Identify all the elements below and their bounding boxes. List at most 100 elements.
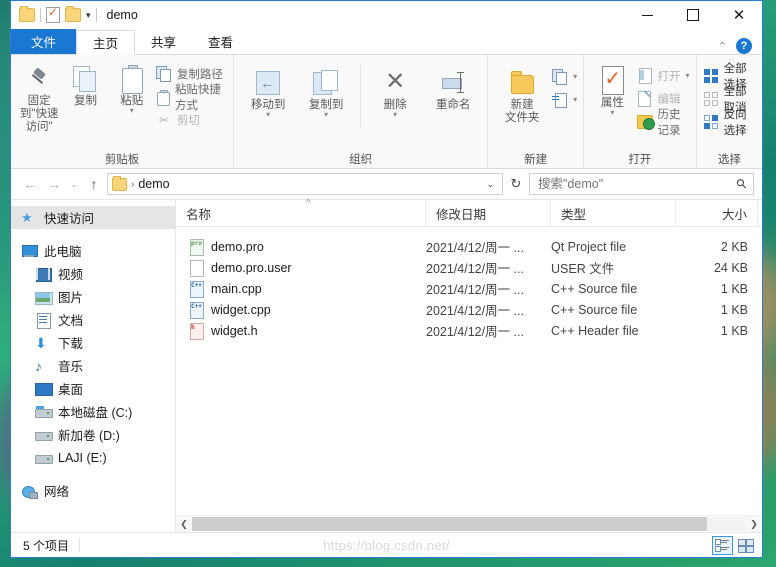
paste-shortcut-button[interactable]: 粘贴快捷方式	[156, 84, 227, 112]
file-name-cell[interactable]: C++ main.cpp	[176, 278, 426, 299]
horizontal-scrollbar[interactable]: ❮ ❯	[176, 515, 762, 532]
file-name: widget.cpp	[211, 302, 271, 317]
ribbon-group-new: 新建 文件夹 ▾ ▾ 新建	[487, 55, 583, 168]
file-type-cell: Qt Project file	[551, 239, 627, 254]
chevron-down-icon[interactable]: ▾	[324, 111, 328, 119]
ribbon-group-label-open: 打开	[628, 154, 652, 166]
downloads-icon: ⬇	[35, 334, 47, 351]
forward-button[interactable]: →	[43, 173, 65, 195]
generic-file-icon	[190, 259, 204, 277]
search-input[interactable]	[536, 176, 738, 192]
properties-icon[interactable]	[46, 5, 60, 23]
table-row[interactable]: C++ main.cpp 2021/4/12/周一 ... C++ Source…	[176, 278, 762, 299]
table-row[interactable]: demo.pro.user 2021/4/12/周一 ... USER 文件 2…	[176, 257, 762, 278]
delete-button[interactable]: ✕ 删除 ▾	[367, 65, 423, 119]
help-icon[interactable]: ?	[736, 38, 752, 54]
refresh-button[interactable]: ↻	[505, 173, 527, 195]
folder-icon[interactable]	[19, 6, 35, 22]
scroll-right-button[interactable]: ❯	[746, 516, 762, 532]
details-view-icon[interactable]	[712, 535, 733, 555]
new-folder-icon[interactable]	[65, 6, 81, 22]
column-header-type[interactable]: 类型	[551, 200, 676, 226]
history-button[interactable]: 历史记录	[636, 109, 690, 137]
move-to-button[interactable]: ← 移动到 ▾	[240, 65, 296, 119]
tab-share[interactable]: 共享	[135, 29, 192, 54]
file-explorer-window: ▾ demo ✕ 文件 主页 共享 查看 ⌃ ? 固定到"快速访问"	[10, 0, 763, 558]
pictures-icon	[35, 289, 53, 305]
new-item-button[interactable]: ▾	[552, 67, 577, 87]
properties-button[interactable]: ✓ 属性 ▾	[590, 63, 634, 117]
new-folder-button[interactable]: 新建 文件夹	[494, 65, 550, 125]
sidebar-item-downloads[interactable]: ⬇ 下载	[11, 331, 175, 354]
sidebar-item-volume-e[interactable]: LAJI (E:)	[11, 446, 175, 469]
maximize-button[interactable]	[670, 1, 716, 29]
move-to-icon: ←	[255, 67, 281, 99]
rename-button[interactable]: 重命名	[425, 65, 481, 112]
ribbon-group-label-new: 新建	[524, 154, 548, 166]
tab-file[interactable]: 文件	[11, 29, 77, 54]
chevron-down-icon[interactable]: ▾	[686, 72, 690, 80]
copy-icon	[73, 63, 97, 95]
divider	[360, 65, 362, 127]
sidebar-item-this-pc[interactable]: 此电脑	[11, 239, 175, 262]
file-name-cell[interactable]: h widget.h	[176, 320, 426, 341]
back-button[interactable]: ←	[19, 173, 41, 195]
scroll-left-button[interactable]: ❮	[176, 516, 192, 532]
chevron-down-icon[interactable]: ▾	[573, 73, 577, 81]
sidebar-item-videos[interactable]: 视频	[11, 262, 175, 285]
new-folder-label-line2: 文件夹	[504, 112, 540, 124]
select-none-icon	[703, 91, 719, 107]
chevron-down-icon[interactable]: ▾	[86, 10, 91, 20]
view-buttons	[712, 535, 756, 555]
scrollbar-thumb[interactable]	[192, 517, 708, 531]
sidebar-item-volume-d[interactable]: 新加卷 (D:)	[11, 423, 175, 446]
table-row[interactable]: h widget.h 2021/4/12/周一 ... C++ Header f…	[176, 320, 762, 341]
easy-access-icon	[552, 92, 568, 108]
sidebar-item-label: 本地磁盘 (C:)	[58, 406, 133, 420]
invert-selection-button[interactable]: 反向选择	[703, 109, 756, 137]
chevron-down-icon[interactable]: ⌄	[486, 179, 498, 190]
tab-home[interactable]: 主页	[76, 30, 136, 55]
copy-to-button[interactable]: 复制到 ▾	[298, 65, 354, 119]
table-row[interactable]: pro demo.pro 2021/4/12/周一 ... Qt Project…	[176, 236, 762, 257]
column-header-date[interactable]: 修改日期	[426, 200, 551, 226]
copy-button[interactable]: 复制	[63, 61, 107, 108]
tab-view[interactable]: 查看	[192, 29, 249, 54]
chevron-down-icon[interactable]: ▾	[130, 107, 134, 115]
sidebar-item-local-disk-c[interactable]: 本地磁盘 (C:)	[11, 400, 175, 423]
sidebar-item-desktop[interactable]: 桌面	[11, 377, 175, 400]
sidebar-item-quick-access[interactable]: ★ 快速访问	[11, 206, 175, 229]
chevron-down-icon[interactable]: ▾	[610, 109, 614, 117]
easy-access-button[interactable]: ▾	[552, 90, 577, 110]
file-name-cell[interactable]: demo.pro.user	[176, 257, 426, 278]
breadcrumb[interactable]: › demo ⌄	[107, 173, 503, 195]
chevron-down-icon[interactable]: ▾	[266, 111, 270, 119]
chevron-down-icon[interactable]: ▾	[573, 96, 577, 104]
recent-locations-icon[interactable]: ⌄	[67, 173, 81, 195]
ribbon-group-organize: ← 移动到 ▾ 复制到 ▾ ✕ 删除 ▾ 重命名 组织	[233, 55, 487, 168]
breadcrumb-current-folder[interactable]: demo	[138, 177, 169, 191]
column-header-size[interactable]: 大小	[676, 200, 758, 226]
sidebar-item-pictures[interactable]: 图片	[11, 285, 175, 308]
column-header-name[interactable]: 名称	[176, 200, 426, 226]
open-button[interactable]: 打开 ▾	[637, 66, 690, 86]
edit-icon	[637, 90, 653, 107]
pin-to-quick-access-button[interactable]: 固定到"快速访问"	[17, 61, 61, 134]
table-row[interactable]: C++ widget.cpp 2021/4/12/周一 ... C++ Sour…	[176, 299, 762, 320]
scrollbar-track[interactable]	[192, 517, 746, 531]
chevron-down-icon[interactable]: ▾	[393, 111, 397, 119]
collapse-ribbon-icon[interactable]: ⌃	[718, 40, 727, 53]
search-box[interactable]: ⚲	[529, 173, 754, 195]
paste-button[interactable]: 粘贴 ▾	[110, 61, 154, 115]
sidebar-item-documents[interactable]: 文档	[11, 308, 175, 331]
large-icons-view-icon[interactable]	[735, 536, 756, 555]
cut-button[interactable]: ✂ 剪切	[156, 110, 227, 130]
up-button[interactable]: ↑	[83, 173, 105, 195]
close-button[interactable]: ✕	[716, 1, 762, 29]
properties-icon: ✓	[599, 65, 625, 97]
sidebar-item-music[interactable]: ♪ 音乐	[11, 354, 175, 377]
minimize-button[interactable]	[624, 1, 670, 29]
file-name-cell[interactable]: pro demo.pro	[176, 236, 426, 257]
file-name-cell[interactable]: C++ widget.cpp	[176, 299, 426, 320]
sidebar-item-network[interactable]: 网络	[11, 479, 175, 502]
